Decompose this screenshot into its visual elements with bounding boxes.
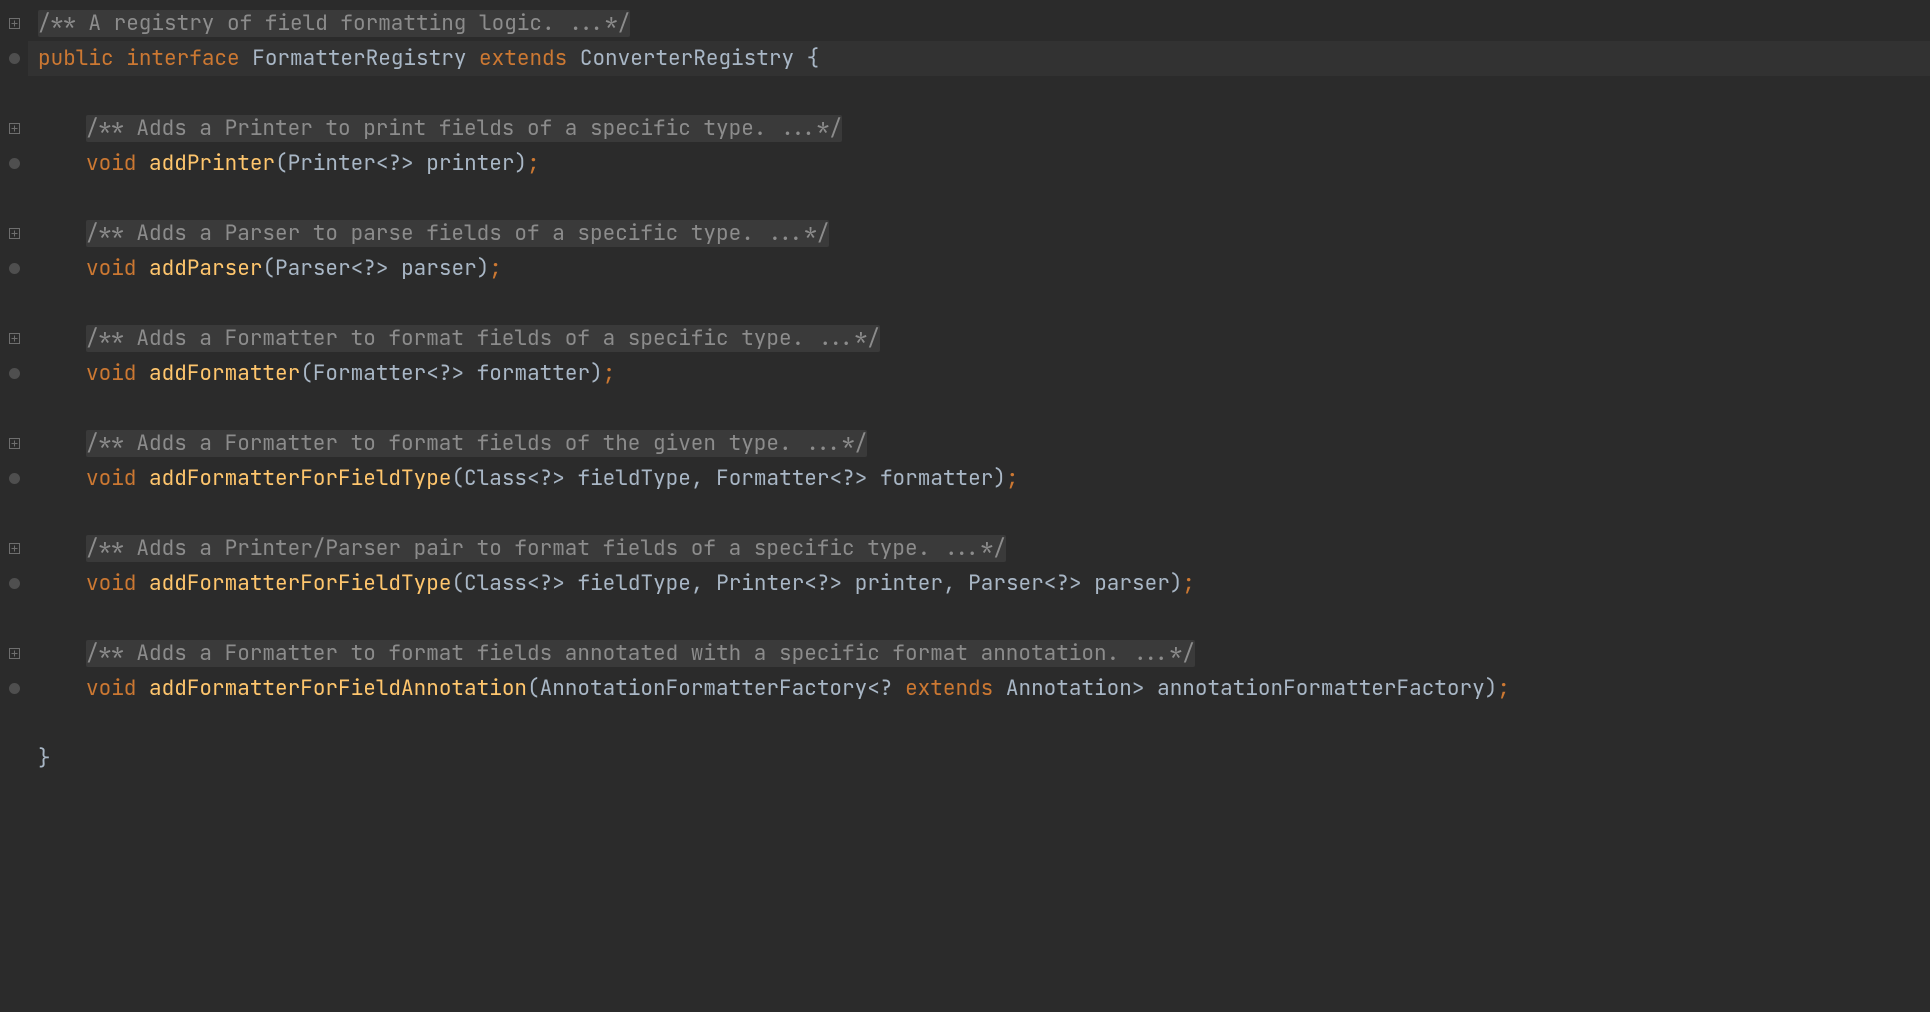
code-line[interactable]: public interface FormatterRegistry exten… — [28, 41, 1930, 76]
code-line[interactable] — [28, 706, 1930, 741]
folded-javadoc[interactable]: /** Adds a Printer/Parser pair to format… — [86, 535, 1006, 562]
implements-marker-icon[interactable] — [9, 578, 20, 589]
folded-javadoc[interactable]: /** A registry of field formatting logic… — [38, 10, 630, 37]
fold-icon[interactable] — [9, 18, 20, 29]
code-line[interactable] — [28, 76, 1930, 111]
folded-javadoc[interactable]: /** Adds a Parser to parse fields of a s… — [86, 220, 829, 247]
code-line[interactable]: /** A registry of field formatting logic… — [28, 6, 1930, 41]
fold-icon[interactable] — [9, 648, 20, 659]
code-line[interactable] — [28, 181, 1930, 216]
code-line[interactable]: /** Adds a Formatter to format fields of… — [28, 321, 1930, 356]
method-name: addFormatterForFieldAnnotation — [149, 675, 527, 702]
implements-marker-icon[interactable] — [9, 683, 20, 694]
folded-javadoc[interactable]: /** Adds a Formatter to format fields an… — [86, 640, 1195, 667]
type-name: FormatterRegistry — [252, 45, 466, 72]
implements-marker-icon[interactable] — [9, 53, 20, 64]
code-line[interactable] — [28, 391, 1930, 426]
type-name: ConverterRegistry — [580, 45, 794, 72]
method-name: addParser — [149, 255, 262, 282]
folded-javadoc[interactable]: /** Adds a Formatter to format fields of… — [86, 325, 880, 352]
code-line[interactable]: void addFormatter(Formatter<?> formatter… — [28, 356, 1930, 391]
gutter — [0, 0, 28, 1012]
method-name: addFormatter — [149, 360, 300, 387]
brace: { — [807, 45, 820, 72]
keyword: public — [38, 45, 114, 72]
fold-icon[interactable] — [9, 228, 20, 239]
code-line[interactable]: void addParser(Parser<?> parser); — [28, 251, 1930, 286]
keyword: void — [86, 150, 136, 177]
folded-javadoc[interactable]: /** Adds a Formatter to format fields of… — [86, 430, 867, 457]
code-line[interactable]: void addFormatterForFieldType(Class<?> f… — [28, 566, 1930, 601]
method-name: addFormatterForFieldType — [149, 570, 451, 597]
code-line[interactable]: void addFormatterForFieldAnnotation(Anno… — [28, 671, 1930, 706]
code-area[interactable]: /** A registry of field formatting logic… — [28, 0, 1930, 1012]
fold-icon[interactable] — [9, 123, 20, 134]
fold-icon[interactable] — [9, 438, 20, 449]
implements-marker-icon[interactable] — [9, 158, 20, 169]
code-line[interactable] — [28, 496, 1930, 531]
implements-marker-icon[interactable] — [9, 473, 20, 484]
code-line[interactable] — [28, 601, 1930, 636]
fold-icon[interactable] — [9, 333, 20, 344]
code-line[interactable]: void addFormatterForFieldType(Class<?> f… — [28, 461, 1930, 496]
keyword: extends — [905, 675, 993, 702]
implements-marker-icon[interactable] — [9, 368, 20, 379]
code-line[interactable] — [28, 286, 1930, 321]
code-line[interactable]: /** Adds a Printer/Parser pair to format… — [28, 531, 1930, 566]
code-line[interactable]: /** Adds a Printer to print fields of a … — [28, 111, 1930, 146]
keyword: extends — [479, 45, 567, 72]
brace: } — [38, 745, 51, 772]
implements-marker-icon[interactable] — [9, 263, 20, 274]
folded-javadoc[interactable]: /** Adds a Printer to print fields of a … — [86, 115, 842, 142]
code-line[interactable]: /** Adds a Parser to parse fields of a s… — [28, 216, 1930, 251]
method-name: addPrinter — [149, 150, 275, 177]
code-line[interactable]: /** Adds a Formatter to format fields an… — [28, 636, 1930, 671]
method-name: addFormatterForFieldType — [149, 465, 451, 492]
code-line[interactable]: void addPrinter(Printer<?> printer); — [28, 146, 1930, 181]
code-editor[interactable]: /** A registry of field formatting logic… — [0, 0, 1930, 1012]
keyword: interface — [126, 45, 239, 72]
code-line[interactable]: } — [28, 741, 1930, 776]
code-line[interactable]: /** Adds a Formatter to format fields of… — [28, 426, 1930, 461]
fold-icon[interactable] — [9, 543, 20, 554]
